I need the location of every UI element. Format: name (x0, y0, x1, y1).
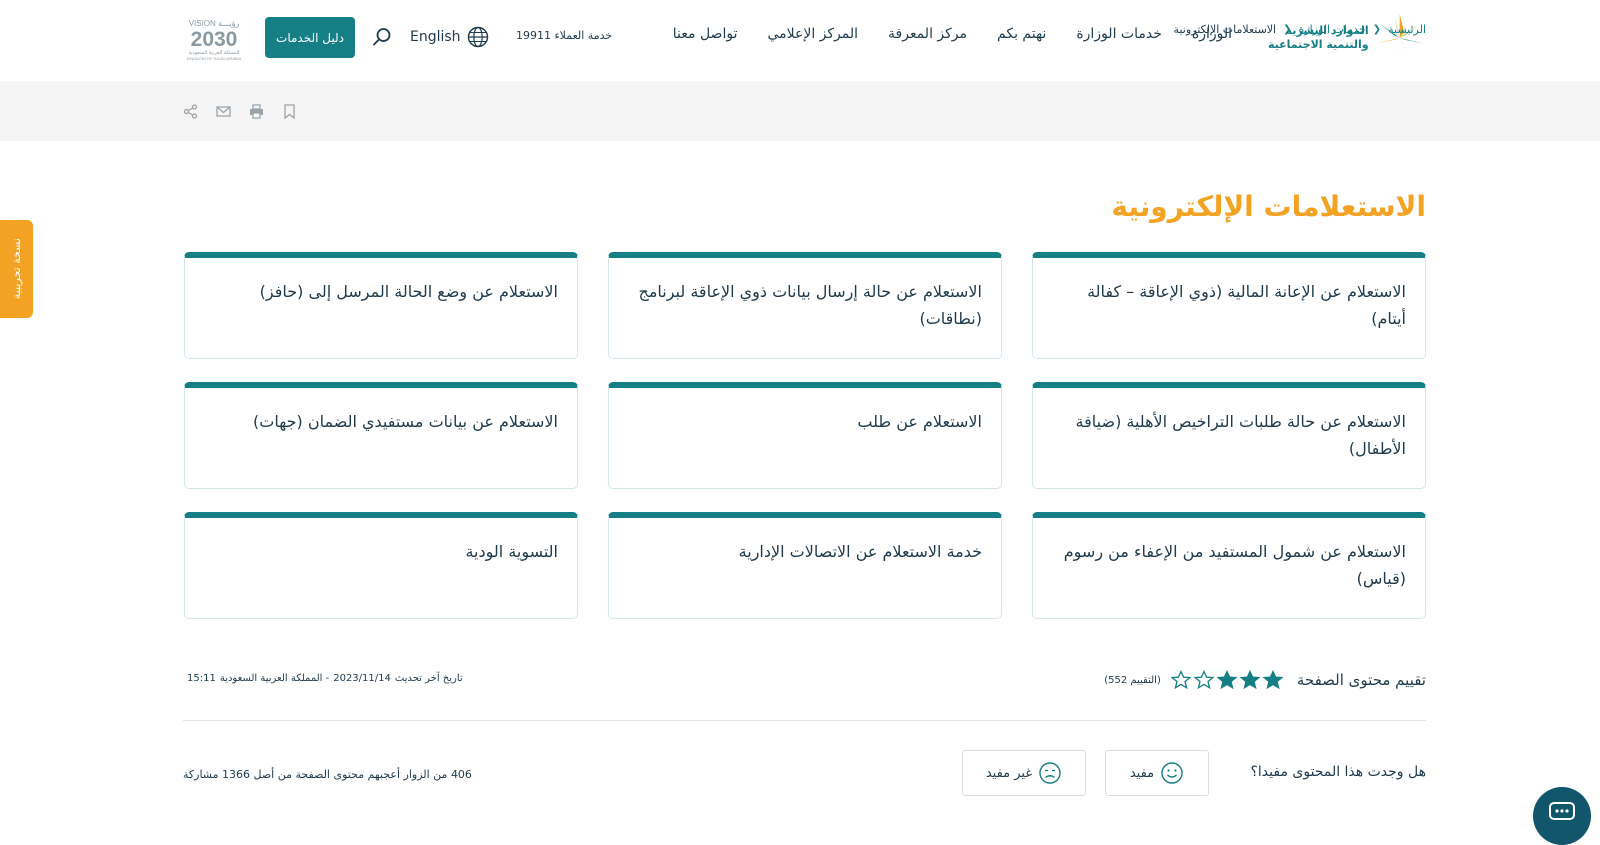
breadcrumb: الرئيسية ❮ خدمات الوزارة ❮ الاستعلامات ا… (1174, 23, 1426, 36)
nav-item-media-center[interactable]: المركز الإعلامي (767, 26, 858, 42)
star-filled-icon[interactable] (1262, 670, 1283, 690)
vision-year-text: 2030 (191, 28, 238, 51)
chat-bubble-icon (1549, 802, 1575, 820)
service-card-title: الاستعلام عن وضع الحالة المرسل إلى (حافز… (259, 282, 558, 301)
service-card-title: التسوية الودية (465, 542, 558, 561)
ministry-logo[interactable]: الموارد البشرية والتنمية الاجتماعية (1268, 10, 1428, 66)
not-useful-button[interactable]: غير مفيد (962, 750, 1086, 796)
service-card[interactable]: الاستعلام عن وضع الحالة المرسل إلى (حافز… (184, 252, 578, 359)
service-card-title: الاستعلام عن حالة طلبات التراخيص الأهلية… (1075, 412, 1406, 458)
last-update-location: - المملكة العربية السعودية (219, 673, 330, 684)
useful-button[interactable]: مفيد (1105, 750, 1209, 796)
star-empty-icon[interactable] (1193, 670, 1214, 690)
service-card-title: الاستعلام عن بيانات مستفيدي الضمان (جهات… (253, 412, 558, 431)
service-card[interactable]: الاستعلام عن الإعانة المالية (ذوي الإعاق… (1032, 252, 1426, 359)
page-tools (183, 104, 297, 119)
language-label: English (410, 29, 461, 45)
useful-label: مفيد (1129, 765, 1155, 781)
last-update-time: 15:11 (187, 673, 216, 684)
service-card-title: الاستعلام عن طلب (857, 412, 982, 431)
feedback-stats: 406 من الزوار أعجبهم محتوى الصفحة من أصل… (183, 768, 472, 781)
page-title: الاستعلامات الإلكترونية (1111, 190, 1426, 223)
language-switch[interactable]: English (410, 26, 489, 48)
vision-top-text: VISION رؤيـــة (189, 19, 240, 28)
service-card[interactable]: الاستعلام عن شمول المستفيد من الإعفاء من… (1032, 512, 1426, 619)
rating-count: (التقييم 552) (1104, 674, 1161, 686)
breadcrumb-home[interactable]: الرئيسية (1388, 23, 1426, 36)
beta-version-label: نسخة تجريبية (10, 238, 23, 300)
service-card-title: الاستعلام عن حالة إرسال بيانات ذوي الإعا… (638, 282, 983, 328)
service-card[interactable]: الاستعلام عن طلب (608, 382, 1002, 489)
ministry-name-line2: والتنمية الاجتماعية (1268, 38, 1369, 51)
service-card[interactable]: الاستعلام عن بيانات مستفيدي الضمان (جهات… (184, 382, 578, 489)
customer-service-link[interactable]: خدمة العملاء 19911 (516, 29, 612, 42)
vision-sub-english: KINGDOM OF SAUDI ARABIA (187, 56, 242, 61)
star-empty-icon[interactable] (1170, 670, 1191, 690)
print-icon[interactable] (249, 104, 264, 119)
email-icon[interactable] (216, 104, 231, 119)
bookmark-icon[interactable] (282, 104, 297, 119)
rating-label: تقييم محتوى الصفحة (1296, 671, 1426, 689)
main-nav: الوزارة خدمات الوزارة نهتم بكم مركز المع… (643, 26, 1232, 42)
last-update-label: تاريخ آخر تحديث (394, 673, 463, 684)
chat-button[interactable] (1533, 787, 1591, 845)
site-header: الموارد البشرية والتنمية الاجتماعية الوز… (0, 0, 1600, 81)
divider (183, 720, 1426, 721)
not-useful-label: غير مفيد (985, 765, 1033, 781)
nav-item-services[interactable]: خدمات الوزارة (1076, 26, 1162, 42)
last-update-date: 2023/11/14 (333, 673, 391, 684)
feedback-question: هل وجدت هذا المحتوى مفيدا؟ (1250, 764, 1426, 780)
chevron-left-icon: ❮ (1283, 24, 1292, 35)
breadcrumb-current: الاستعلامات الإلكترونية (1173, 23, 1277, 36)
frown-icon (1039, 762, 1061, 784)
nav-item-contact[interactable]: تواصل معنا (673, 26, 738, 42)
smile-icon (1161, 762, 1183, 784)
last-update: تاريخ آخر تحديث 2023/11/14 - المملكة الع… (187, 673, 463, 684)
star-filled-icon[interactable] (1239, 670, 1260, 690)
service-card[interactable]: خدمة الاستعلام عن الاتصالات الإدارية (608, 512, 1002, 619)
star-filled-icon[interactable] (1216, 670, 1237, 690)
services-guide-button[interactable]: دليل الخدمات (265, 17, 355, 58)
chevron-left-icon: ❮ (1372, 24, 1382, 35)
ministry-star-icon (1375, 13, 1424, 61)
nav-item-knowledge-center[interactable]: مركز المعرفة (888, 26, 967, 42)
service-card[interactable]: الاستعلام عن حالة طلبات التراخيص الأهلية… (1032, 382, 1426, 489)
rating-stars (1170, 670, 1283, 690)
globe-icon (467, 26, 488, 48)
eservices-grid: الاستعلام عن الإعانة المالية (ذوي الإعاق… (183, 252, 1426, 619)
service-card[interactable]: التسوية الودية (184, 512, 578, 619)
beta-version-tab[interactable]: نسخة تجريبية (0, 220, 33, 318)
share-icon[interactable] (183, 104, 198, 119)
service-card-title: الاستعلام عن شمول المستفيد من الإعفاء من… (1063, 542, 1406, 588)
service-card-title: الاستعلام عن الإعانة المالية (ذوي الإعاق… (1087, 282, 1406, 328)
service-card-title: خدمة الاستعلام عن الاتصالات الإدارية (738, 542, 982, 561)
service-card[interactable]: الاستعلام عن حالة إرسال بيانات ذوي الإعا… (608, 252, 1002, 359)
breadcrumb-services[interactable]: خدمات الوزارة (1299, 23, 1366, 36)
nav-item-we-care[interactable]: نهتم بكم (997, 26, 1046, 42)
vision-2030-logo: VISION رؤيـــة 2030 المملكة العربية السع… (187, 19, 242, 61)
page-rating: تقييم محتوى الصفحة (التقييم 552) (1104, 670, 1426, 690)
search-icon[interactable] (372, 27, 392, 47)
